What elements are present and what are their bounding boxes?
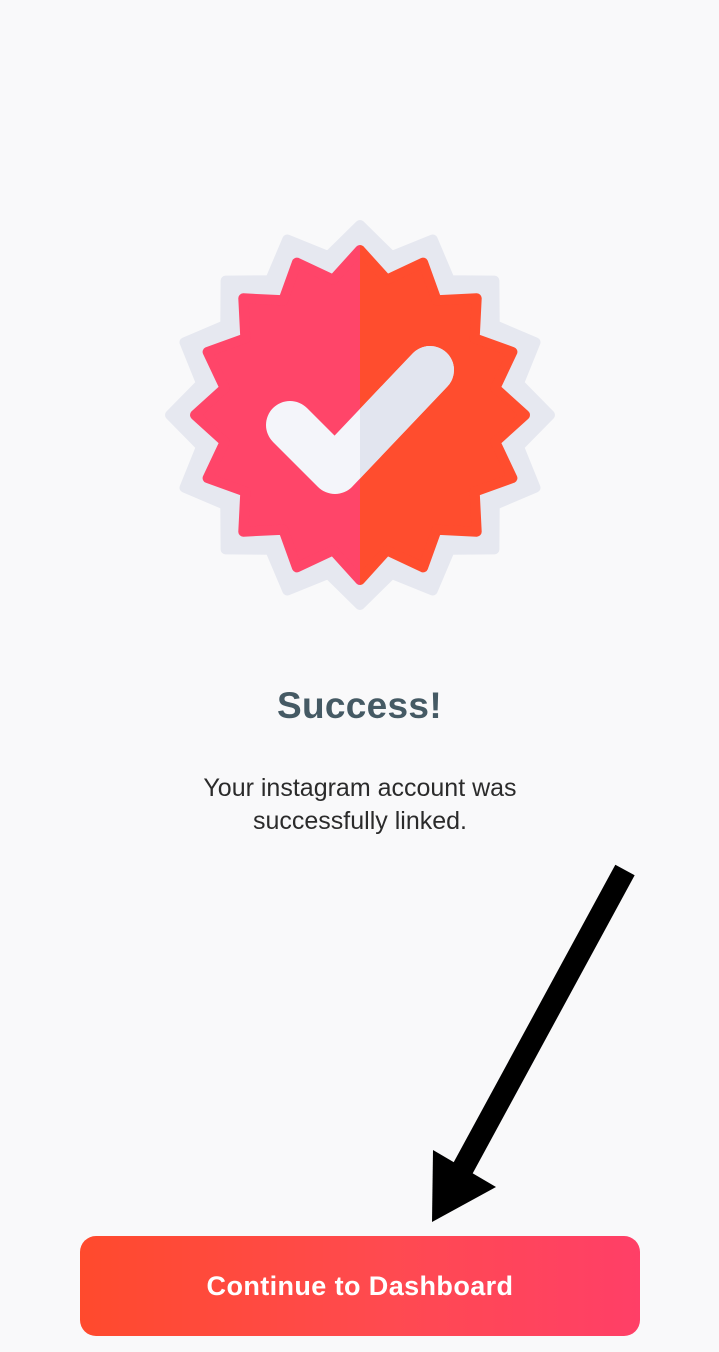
success-message-line-2: successfully linked. (253, 807, 467, 835)
success-message: Your instagram account was successfully … (160, 772, 560, 838)
arrow-shaft (452, 864, 635, 1176)
pointer-arrow-icon (432, 864, 635, 1222)
success-message-line-1: Your instagram account was (203, 774, 517, 802)
success-title: Success! (277, 685, 442, 726)
arrow-head (432, 1150, 496, 1222)
verified-badge-icon (165, 220, 555, 610)
continue-to-dashboard-button[interactable]: Continue to Dashboard (80, 1236, 640, 1336)
